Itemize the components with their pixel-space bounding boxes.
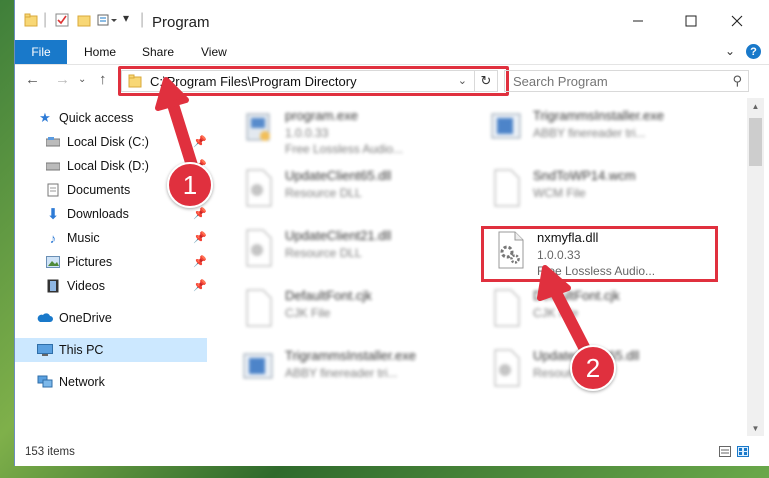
file-item[interactable]: DefaultFont.cjk CJK File: [235, 286, 475, 342]
tab-home[interactable]: Home: [84, 45, 116, 59]
exe-icon: [246, 113, 270, 141]
file-highlight: [481, 226, 718, 282]
star-icon: ★: [39, 110, 51, 125]
scroll-up-icon[interactable]: ▲: [747, 98, 764, 114]
address-highlight: [118, 66, 509, 96]
search-box[interactable]: ⚲: [504, 70, 749, 92]
status-bar: 153 items: [15, 440, 769, 464]
dll-icon: [246, 169, 272, 207]
sidebar-item-music[interactable]: ♪ Music 📌: [15, 226, 207, 250]
properties-icon[interactable]: [55, 13, 69, 32]
search-input[interactable]: [511, 73, 715, 90]
file-item[interactable]: UpdateClient21.dll Resource DLL: [235, 226, 475, 282]
computer-icon: [37, 342, 53, 358]
minimize-button[interactable]: [615, 5, 661, 37]
step-1-badge: 1: [167, 162, 213, 208]
details-view-icon[interactable]: [719, 446, 731, 457]
file-item[interactable]: DefaultFont.cjk CJK File: [483, 286, 723, 342]
search-icon[interactable]: ⚲: [732, 73, 742, 89]
sidebar-item-label: Pictures: [67, 255, 113, 269]
large-icons-view-icon[interactable]: [737, 446, 749, 457]
sidebar-item-label: This PC: [59, 343, 104, 357]
sidebar-item-onedrive[interactable]: OneDrive: [15, 306, 207, 330]
chevron-down-icon[interactable]: ▾: [123, 11, 129, 25]
pin-icon: 📌: [193, 280, 207, 292]
separator: |: [43, 11, 48, 28]
sidebar-item-label: Documents: [67, 183, 131, 197]
sidebar-item-local-disk-c[interactable]: Local Disk (C:) 📌: [15, 130, 207, 154]
download-icon: ⬇: [46, 206, 60, 223]
close-icon: [731, 15, 743, 27]
minimize-icon: [633, 20, 643, 22]
scroll-down-icon[interactable]: ▼: [747, 420, 764, 436]
videos-icon: [45, 278, 61, 294]
file-item[interactable]: UpdateClient65.dll Resource DLL: [235, 166, 475, 222]
file-item[interactable]: TrigrammsInstaller.exe ABBY finereader t…: [235, 346, 475, 402]
new-folder-icon[interactable]: [77, 13, 91, 32]
documents-icon: [45, 182, 61, 198]
sidebar-item-label: Videos: [67, 279, 105, 293]
recent-locations-icon[interactable]: ⌄: [78, 74, 86, 85]
separator: |: [140, 11, 145, 28]
back-arrow-icon[interactable]: ←: [25, 71, 40, 88]
sidebar-item-quick-access[interactable]: ★ Quick access: [15, 106, 207, 130]
sidebar-item-pictures[interactable]: Pictures 📌: [15, 250, 207, 274]
network-icon: [37, 374, 53, 390]
folder-icon: [24, 13, 38, 32]
installer-icon: [243, 353, 273, 379]
sidebar-item-label: Local Disk (C:): [67, 135, 149, 149]
close-button[interactable]: [714, 5, 760, 37]
drive-icon: [45, 158, 61, 174]
maximize-button[interactable]: [668, 5, 714, 37]
file-item[interactable]: SndToWP14.wcm WCM File: [483, 166, 723, 222]
cloud-icon: [37, 310, 53, 326]
title-bar: | ▾ | Program: [15, 0, 769, 40]
sidebar-item-network[interactable]: Network: [15, 370, 207, 394]
vertical-scrollbar[interactable]: ▲ ▼: [747, 98, 764, 436]
pin-icon: 📌: [193, 136, 207, 148]
sidebar-item-label: OneDrive: [59, 311, 112, 325]
navigation-bar: ← → ⌄ ↑ C:\Program Files\Program Directo…: [15, 65, 769, 98]
sidebar-item-label: Music: [67, 231, 100, 245]
dll-icon: [246, 229, 272, 267]
sidebar-item-videos[interactable]: Videos 📌: [15, 274, 207, 298]
sidebar-item-downloads[interactable]: ⬇ Downloads 📌: [15, 202, 207, 226]
installer-icon: [491, 113, 521, 139]
sidebar-item-label: Local Disk (D:): [67, 159, 149, 173]
sidebar: ★ Quick access Local Disk (C:) 📌 Local D…: [15, 98, 207, 436]
sidebar-item-this-pc[interactable]: This PC: [15, 338, 207, 362]
sidebar-item-label: Network: [59, 375, 105, 389]
tab-view[interactable]: View: [201, 45, 227, 59]
pictures-icon: [45, 254, 61, 270]
file-icon: [494, 169, 520, 207]
ribbon: File Home Share View ⌄ ?: [15, 40, 769, 65]
sidebar-item-label: Downloads: [67, 207, 129, 221]
scroll-thumb[interactable]: [749, 118, 762, 166]
pin-icon: 📌: [193, 232, 207, 244]
up-arrow-icon[interactable]: ↑: [99, 71, 107, 88]
help-icon[interactable]: ?: [746, 44, 761, 59]
dll-icon: [494, 349, 520, 387]
explorer-window: | ▾ | Program File Home Share View ⌄ ? ←…: [14, 0, 769, 466]
step-2-badge: 2: [570, 345, 616, 391]
pin-icon: 📌: [193, 208, 207, 220]
music-icon: ♪: [49, 230, 57, 246]
tab-file[interactable]: File: [15, 40, 67, 64]
file-item[interactable]: TrigrammsInstaller.exe ABBY finereader t…: [483, 106, 723, 162]
drive-icon: [45, 134, 61, 150]
file-icon: [246, 289, 272, 327]
file-icon: [494, 289, 520, 327]
item-count: 153 items: [25, 446, 75, 458]
maximize-icon: [685, 15, 697, 27]
window-title: Program: [152, 14, 210, 31]
pin-icon: 📌: [193, 256, 207, 268]
customize-icon[interactable]: [97, 13, 119, 32]
file-item[interactable]: program.exe 1.0.0.33 Free Lossless Audio…: [235, 106, 475, 162]
forward-arrow-icon[interactable]: →: [55, 71, 70, 88]
tab-share[interactable]: Share: [142, 45, 174, 59]
expand-ribbon-icon[interactable]: ⌄: [725, 44, 735, 58]
sidebar-item-label: Quick access: [59, 111, 134, 125]
